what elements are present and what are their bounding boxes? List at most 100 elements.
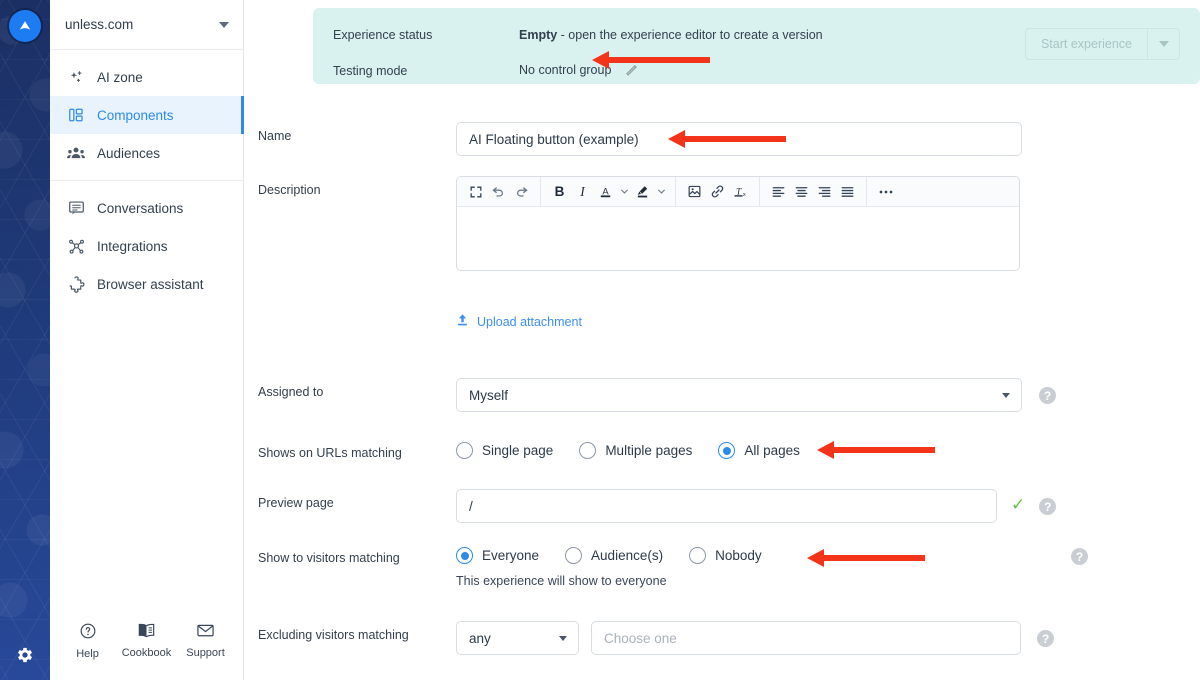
upload-attachment-spacer [258, 313, 456, 334]
radio-everyone[interactable]: Everyone [456, 547, 539, 564]
visitors-matching-label: Show to visitors matching [258, 551, 400, 565]
radio-label: Multiple pages [605, 443, 693, 458]
radio-indicator [579, 442, 597, 459]
question-mark-icon: ? [1071, 548, 1088, 565]
chevron-down-icon [559, 635, 567, 641]
global-rail [0, 0, 50, 680]
arrow-name-field [668, 130, 786, 148]
sidebar-item-components[interactable]: Components [50, 96, 244, 134]
radio-indicator [565, 547, 583, 564]
preview-page-input[interactable] [456, 489, 997, 523]
preview-page-label: Preview page [258, 496, 334, 510]
align-right-icon[interactable] [813, 180, 836, 204]
assigned-to-select-wrap: Myself [456, 378, 1022, 412]
footer-item-label: Cookbook [121, 647, 172, 659]
arrow-all-pages [817, 441, 935, 459]
experience-status-banner: Experience status Empty - open the exper… [313, 8, 1200, 84]
testing-mode-row: Testing mode No control group [333, 60, 1180, 82]
start-experience-dropdown-toggle[interactable] [1147, 29, 1179, 59]
start-experience-control[interactable]: Start experience [1024, 28, 1180, 60]
start-experience-button[interactable]: Start experience [1026, 29, 1147, 59]
assigned-to-select[interactable]: Myself [456, 378, 1022, 412]
toolbar-group-more [866, 177, 904, 207]
arrow-head [807, 549, 824, 567]
visitors-matching-hint: This experience will show to everyone [456, 574, 667, 588]
testing-mode-label: Testing mode [333, 64, 408, 78]
workspace-name: unless.com [65, 17, 134, 32]
name-label: Name [258, 129, 292, 143]
highlight-color-icon[interactable] [631, 180, 654, 204]
undo-icon[interactable] [487, 180, 510, 204]
question-mark-icon: ? [1039, 387, 1056, 404]
preview-page-help[interactable]: ? [1039, 489, 1057, 515]
arrow-head [592, 51, 609, 69]
excluding-operator-wrap: any [456, 621, 579, 655]
radio-label: Audience(s) [591, 548, 664, 563]
main-content: Experience status Empty - open the exper… [244, 0, 1200, 680]
footer-help-button[interactable]: Help [62, 622, 114, 660]
upload-attachment-button[interactable]: Upload attachment [456, 313, 582, 330]
upload-attachment-label: Upload attachment [477, 314, 582, 329]
experience-status-rest: - open the experience editor to create a… [557, 28, 823, 42]
align-center-icon[interactable] [790, 180, 813, 204]
italic-icon[interactable]: I [571, 180, 594, 204]
insert-image-icon[interactable] [683, 180, 706, 204]
sidebar-item-integrations[interactable]: Integrations [50, 227, 243, 265]
redo-icon[interactable] [510, 180, 533, 204]
svg-text:A: A [602, 186, 609, 196]
arrow-shaft [822, 555, 925, 561]
fullscreen-icon[interactable] [464, 180, 487, 204]
radio-all-pages[interactable]: All pages [718, 442, 800, 459]
radio-single-page[interactable]: Single page [456, 442, 553, 459]
insert-link-icon[interactable] [706, 180, 729, 204]
sidebar-item-browser-assistant[interactable]: Browser assistant [50, 265, 243, 303]
bold-icon[interactable]: B [548, 180, 571, 204]
excluding-visitors-label: Excluding visitors matching [258, 628, 409, 642]
excluding-chooser-input[interactable] [591, 621, 1021, 655]
svg-text:x: x [743, 192, 746, 198]
arrow-testing-mode [592, 51, 710, 69]
unless-logo-icon[interactable] [9, 10, 41, 42]
highlight-color-chevron-icon[interactable] [654, 180, 668, 204]
radio-multiple-pages[interactable]: Multiple pages [579, 442, 692, 459]
toolbar-group-history [457, 177, 540, 207]
description-textarea[interactable] [457, 207, 1019, 270]
font-color-chevron-icon[interactable] [617, 180, 631, 204]
footer-item-label: Support [186, 647, 225, 659]
footer-support-button[interactable]: Support [180, 622, 232, 659]
workspace-switcher[interactable]: unless.com [50, 0, 243, 50]
sidebar-item-conversations[interactable]: Conversations [50, 189, 243, 227]
excluding-operator-select[interactable]: any [456, 621, 579, 655]
sidebar: unless.com AI zone Components Audiences … [50, 0, 244, 680]
urls-matching-radio-group: Single page Multiple pages All pages [456, 439, 826, 459]
puzzle-piece-icon [66, 275, 86, 293]
radio-indicator [456, 442, 473, 459]
sidebar-item-ai-zone[interactable]: AI zone [50, 58, 243, 96]
font-color-icon[interactable]: A [594, 180, 617, 204]
chevron-down-icon [219, 21, 229, 28]
align-justify-icon[interactable] [836, 180, 859, 204]
urls-matching-label: Shows on URLs matching [258, 446, 402, 460]
chevron-down-icon [1002, 392, 1010, 398]
radio-nobody[interactable]: Nobody [689, 547, 762, 564]
footer-item-label: Help [76, 648, 99, 660]
assigned-to-help[interactable]: ? [1039, 378, 1056, 404]
upload-attachment-row: Upload attachment [258, 313, 1048, 334]
align-left-icon[interactable] [767, 180, 790, 204]
gear-icon[interactable] [14, 644, 36, 666]
description-label: Description [258, 183, 321, 197]
sidebar-footer: Help Cookbook Support [50, 616, 243, 680]
book-icon [137, 622, 156, 644]
excluding-visitors-help[interactable]: ? [1037, 621, 1054, 647]
sidebar-item-label: Audiences [97, 145, 161, 161]
visitors-matching-help[interactable]: ? [1038, 544, 1088, 565]
toolbar-group-insert: T x [675, 177, 759, 207]
more-options-icon[interactable] [874, 180, 897, 204]
radio-indicator [456, 547, 473, 564]
sidebar-item-audiences[interactable]: Audiences [50, 134, 243, 172]
radio-audiences[interactable]: Audience(s) [565, 547, 663, 564]
experience-status-value: Empty - open the experience editor to cr… [519, 28, 823, 42]
clear-formatting-icon[interactable]: T x [729, 180, 752, 204]
footer-cookbook-button[interactable]: Cookbook [121, 622, 173, 659]
